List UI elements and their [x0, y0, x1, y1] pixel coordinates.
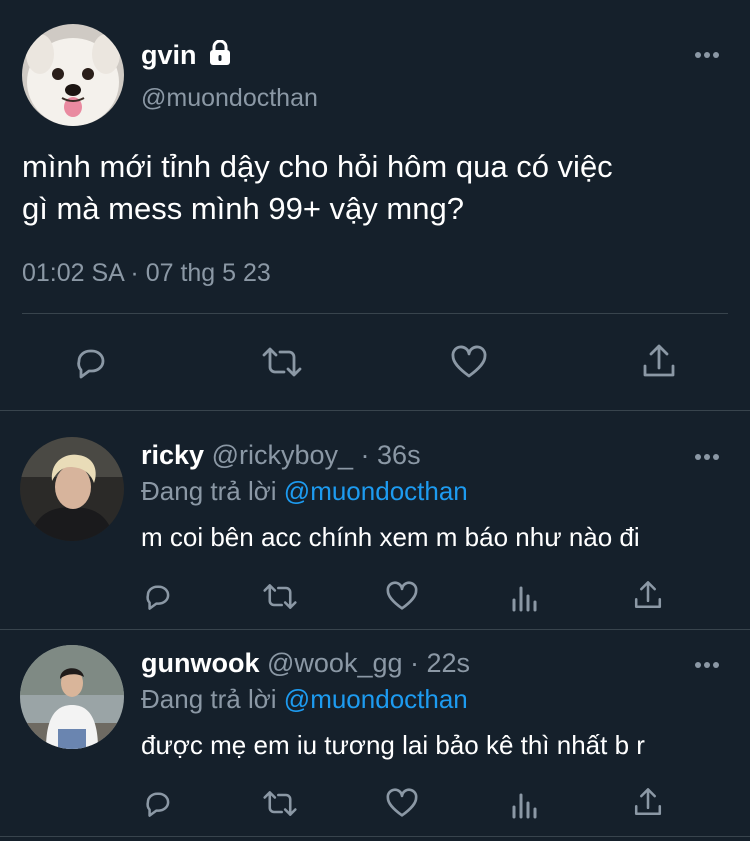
handle[interactable]: @muondocthan [141, 84, 318, 113]
retweet-icon[interactable] [262, 789, 298, 818]
replying-to-handle[interactable]: @muondocthan [284, 684, 468, 714]
stats-divider [22, 313, 728, 314]
replying-label: Đang trả lời [141, 476, 277, 506]
reply-display-name[interactable]: gunwook [141, 648, 259, 678]
more-icon[interactable] [694, 50, 720, 60]
share-icon[interactable] [640, 342, 678, 380]
display-name[interactable]: gvin [141, 40, 197, 71]
replying-to-handle[interactable]: @muondocthan [284, 476, 468, 506]
share-icon[interactable] [632, 579, 664, 611]
reply-icon[interactable] [72, 343, 110, 381]
replying-label: Đang trả lời [141, 684, 277, 714]
reply-divider [0, 629, 750, 630]
person-avatar-image [20, 437, 124, 541]
replying-to-line: Đang trả lời @muondocthan [141, 684, 468, 715]
tweet-timestamp[interactable]: 01:02 SA · 07 thg 5 23 [22, 259, 271, 288]
retweet-icon[interactable] [262, 582, 298, 611]
reply-handle[interactable]: @rickyboy_ [212, 440, 353, 470]
reply-time[interactable]: · 36s [361, 440, 421, 470]
tweet-text-line-1: mình mới tỉnh dậy cho hỏi hôm qua có việ… [22, 149, 613, 184]
dog-avatar-image [22, 24, 124, 126]
reply-header: gunwook @wook_gg · 22s [141, 648, 470, 679]
bottom-divider [0, 836, 750, 837]
reply-text: m coi bên acc chính xem m báo như nào đi [141, 522, 640, 552]
more-icon[interactable] [694, 660, 720, 670]
share-icon[interactable] [632, 786, 664, 818]
views-icon[interactable] [510, 582, 540, 612]
like-icon[interactable] [450, 345, 488, 379]
person-avatar-image [20, 645, 124, 749]
lock-icon [206, 40, 234, 66]
like-icon[interactable] [385, 788, 419, 818]
replying-to-line: Đang trả lời @muondocthan [141, 476, 468, 507]
views-icon[interactable] [510, 789, 540, 819]
tweet-text-line-2: gì mà mess mình 99+ vậy mng? [22, 191, 464, 226]
avatar-gvin[interactable] [22, 24, 124, 126]
reply-text: được mẹ em iu tương lai bảo kê thì nhất … [141, 730, 645, 760]
reply-header: ricky @rickyboy_ · 36s [141, 440, 421, 471]
avatar-ricky[interactable] [20, 437, 124, 541]
tweet-text: mình mới tỉnh dậy cho hỏi hôm qua có việ… [22, 146, 742, 230]
reply-handle[interactable]: @wook_gg [267, 648, 403, 678]
retweet-icon[interactable] [261, 345, 303, 379]
reply-display-name[interactable]: ricky [141, 440, 204, 470]
reply-icon[interactable] [142, 580, 174, 612]
like-icon[interactable] [385, 581, 419, 611]
main-tweet-divider [0, 410, 750, 411]
reply-time[interactable]: · 22s [410, 648, 470, 678]
reply-icon[interactable] [142, 787, 174, 819]
more-icon[interactable] [694, 452, 720, 462]
avatar-gunwook[interactable] [20, 645, 124, 749]
